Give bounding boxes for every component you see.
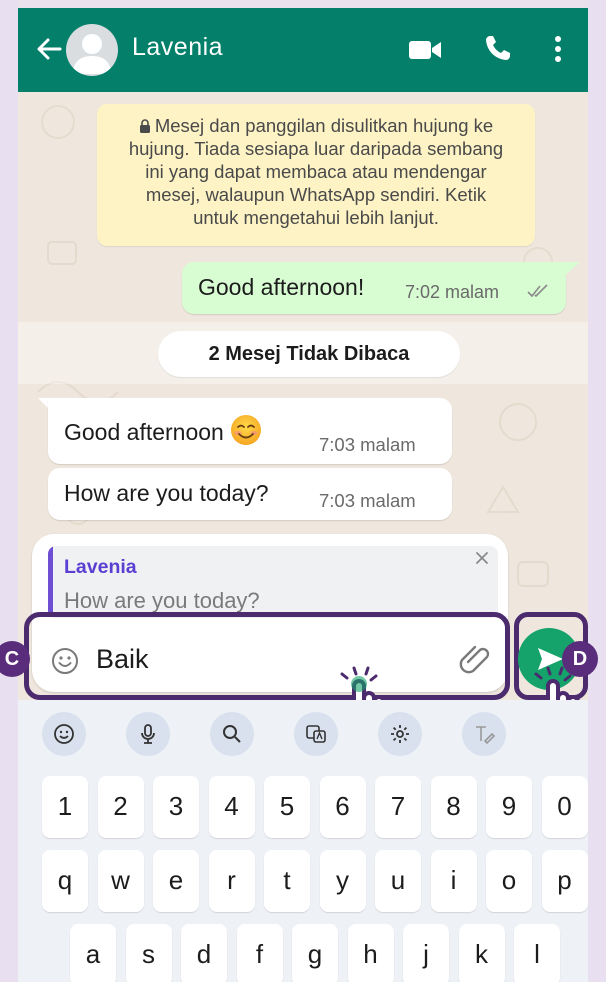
keyboard-translate-button[interactable] <box>294 712 338 756</box>
handwriting-icon <box>476 726 496 745</box>
default-avatar-icon <box>72 34 112 74</box>
key-4[interactable]: 4 <box>208 776 255 838</box>
message-time: 7:03 malam <box>319 434 416 455</box>
key-o[interactable]: o <box>486 850 532 912</box>
outgoing-message[interactable]: Good afternoon! 7:02 malam <box>182 262 566 314</box>
key-t[interactable]: t <box>264 850 310 912</box>
key-0[interactable]: 0 <box>541 776 588 838</box>
message-text: How are you today? <box>64 480 269 506</box>
message-text: Good afternoon! <box>198 274 365 300</box>
incoming-message[interactable]: How are you today? 7:03 malam <box>48 468 452 520</box>
key-u[interactable]: u <box>375 850 421 912</box>
key-8[interactable]: 8 <box>430 776 477 838</box>
reply-preview[interactable]: Lavenia How are you today? <box>48 546 498 618</box>
message-time: 7:03 malam <box>319 490 416 511</box>
key-j[interactable]: j <box>403 924 449 982</box>
keyboard-handwriting-button[interactable] <box>462 712 506 756</box>
search-icon <box>223 725 241 743</box>
keyboard-settings-button[interactable] <box>378 712 422 756</box>
key-d[interactable]: d <box>181 924 227 982</box>
key-l[interactable]: l <box>514 924 560 982</box>
key-g[interactable]: g <box>292 924 338 982</box>
key-a[interactable]: a <box>70 924 116 982</box>
key-9[interactable]: 9 <box>486 776 532 838</box>
notice-line-3: ini yang dapat membaca atau mendengar <box>145 161 487 182</box>
key-2[interactable]: 2 <box>97 776 144 838</box>
keyboard-search-button[interactable] <box>210 712 254 756</box>
chat-header: Lavenia <box>18 0 588 92</box>
lock-icon <box>139 119 150 133</box>
keyboard-voice-button[interactable] <box>126 712 170 756</box>
attachment-icon[interactable] <box>456 644 492 676</box>
key-f[interactable]: f <box>236 924 283 982</box>
reply-quoted-text: How are you today? <box>64 588 260 613</box>
keyboard-toolbar <box>18 700 588 766</box>
key-q[interactable]: q <box>42 850 88 912</box>
avatar[interactable] <box>66 24 118 76</box>
key-5[interactable]: 5 <box>264 776 310 838</box>
smiling-face-emoji-icon <box>230 415 261 445</box>
key-i[interactable]: i <box>430 850 477 912</box>
key-h[interactable]: h <box>347 924 394 982</box>
message-time: 7:02 malam <box>405 282 500 302</box>
reply-accent-bar <box>48 546 53 618</box>
incoming-message[interactable]: Good afternoon 7:03 malam <box>48 398 452 464</box>
notice-line-5: untuk mengetahui lebih lanjut. <box>193 207 439 228</box>
key-y[interactable]: y <box>319 850 366 912</box>
microphone-icon <box>141 724 155 744</box>
notice-line-1: Mesej dan panggilan disulitkan hujung ke <box>154 115 494 136</box>
more-options-icon[interactable] <box>550 34 566 64</box>
settings-icon <box>391 725 409 743</box>
voice-call-icon[interactable] <box>484 34 512 62</box>
key-3[interactable]: 3 <box>153 776 199 838</box>
message-text: Good afternoon <box>64 419 224 445</box>
notice-line-4: mesej, walaupun WhatsApp sendiri. Ketik <box>145 184 487 205</box>
contact-name[interactable]: Lavenia <box>132 33 223 62</box>
back-arrow-icon[interactable] <box>34 34 64 64</box>
emoji-icon <box>54 724 74 744</box>
phone-screen: Lavenia Mesej dan panggilan disulitkan h… <box>18 0 588 982</box>
key-s[interactable]: s <box>125 924 172 982</box>
on-screen-keyboard: 1234567890 qwertyuiop asdfghjkl <box>18 700 588 982</box>
emoji-icon[interactable] <box>50 646 80 676</box>
keyboard-emoji-button[interactable] <box>42 712 86 756</box>
encryption-notice[interactable]: Mesej dan panggilan disulitkan hujung ke… <box>97 104 535 246</box>
translate-icon <box>306 725 326 743</box>
bubble-tail <box>564 262 580 276</box>
key-1[interactable]: 1 <box>42 776 88 838</box>
reply-sender-name: Lavenia <box>64 556 137 578</box>
key-7[interactable]: 7 <box>375 776 421 838</box>
video-call-icon[interactable] <box>408 38 442 62</box>
double-check-icon <box>527 284 548 298</box>
key-6[interactable]: 6 <box>319 776 366 838</box>
key-w[interactable]: w <box>97 850 144 912</box>
message-input[interactable]: Baik <box>96 644 149 675</box>
key-r[interactable]: r <box>208 850 255 912</box>
close-reply-icon[interactable] <box>472 548 492 568</box>
unread-messages-label: 2 Mesej Tidak Dibaca <box>158 331 460 377</box>
step-badge-d: D <box>562 641 598 677</box>
key-k[interactable]: k <box>458 924 505 982</box>
key-e[interactable]: e <box>153 850 199 912</box>
notice-line-2: hujung. Tiada sesiapa luar daripada semb… <box>128 138 504 159</box>
key-p[interactable]: p <box>541 850 588 912</box>
